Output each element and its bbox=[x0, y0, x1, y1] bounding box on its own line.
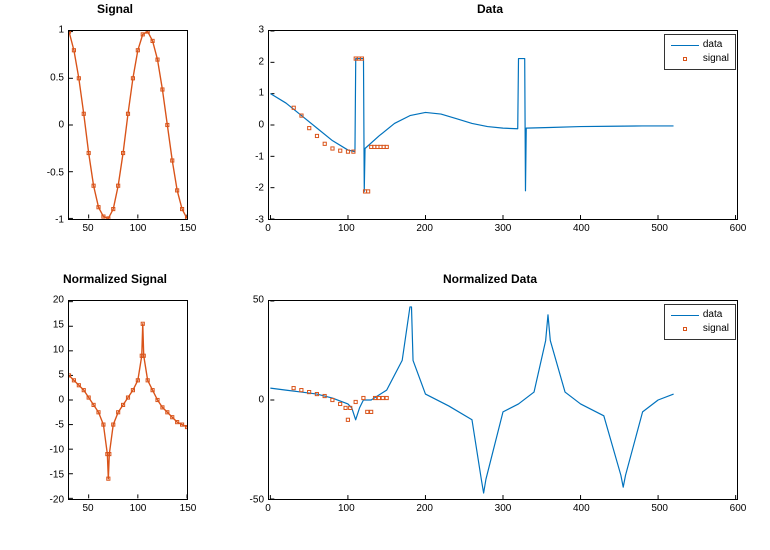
ytick-label: -5 bbox=[55, 420, 64, 431]
ytick-label: 0 bbox=[258, 395, 264, 406]
legend-line-swatch bbox=[671, 310, 699, 320]
ytick-label: 0.5 bbox=[50, 72, 64, 83]
ytick-label: 5 bbox=[58, 370, 64, 381]
xtick-label: 100 bbox=[338, 503, 355, 514]
legend-item: data bbox=[671, 38, 729, 52]
legend-label: signal bbox=[703, 322, 729, 336]
xtick-label: 100 bbox=[338, 223, 355, 234]
ytick-label: 0 bbox=[258, 120, 264, 131]
ytick-label: -10 bbox=[50, 445, 64, 456]
ytick-label: 3 bbox=[258, 25, 264, 36]
axes-signal: Signal 50100150 -1-0.500.51 bbox=[30, 20, 200, 250]
ytick-label: -0.5 bbox=[47, 167, 64, 178]
xtick-label: 500 bbox=[651, 503, 668, 514]
legend-data: datasignal bbox=[664, 34, 736, 70]
xtick-label: 300 bbox=[495, 223, 512, 234]
ytick-label: 10 bbox=[53, 345, 64, 356]
legend-label: data bbox=[703, 308, 722, 322]
xtick-label: 100 bbox=[130, 223, 147, 234]
xtick-label: 50 bbox=[82, 223, 93, 234]
figure: Signal 50100150 -1-0.500.51 Data 0100200… bbox=[0, 0, 770, 550]
legend-label: data bbox=[703, 38, 722, 52]
xtick-label: 0 bbox=[265, 503, 271, 514]
ytick-label: -2 bbox=[255, 183, 264, 194]
axes-norm-signal: Normalized Signal 50100150 -20-15-10-505… bbox=[30, 290, 200, 530]
ytick-label: -3 bbox=[255, 215, 264, 226]
title-norm-signal: Normalized Signal bbox=[30, 272, 200, 286]
xtick-label: 300 bbox=[495, 503, 512, 514]
xtick-label: 400 bbox=[573, 223, 590, 234]
ytick-label: 15 bbox=[53, 320, 64, 331]
legend-norm-data: datasignal bbox=[664, 304, 736, 340]
xtick-label: 200 bbox=[416, 223, 433, 234]
title-signal: Signal bbox=[30, 2, 200, 16]
ytick-label: 1 bbox=[258, 88, 264, 99]
ytick-label: -1 bbox=[255, 151, 264, 162]
xtick-label: 600 bbox=[730, 503, 747, 514]
title-data: Data bbox=[230, 2, 750, 16]
legend-line-swatch bbox=[671, 40, 699, 50]
ytick-label: -15 bbox=[50, 470, 64, 481]
ytick-label: 50 bbox=[253, 295, 264, 306]
ytick-label: -20 bbox=[50, 495, 64, 506]
legend-label: signal bbox=[703, 52, 729, 66]
xtick-label: 200 bbox=[416, 503, 433, 514]
legend-item: data bbox=[671, 308, 729, 322]
axes-data: Data 0100200300400500600 -3-2-10123 data… bbox=[230, 20, 750, 250]
axes-norm-data: Normalized Data 0100200300400500600 -500… bbox=[230, 290, 750, 530]
xtick-label: 100 bbox=[130, 503, 147, 514]
ytick-label: 0 bbox=[58, 395, 64, 406]
ytick-label: -50 bbox=[250, 495, 264, 506]
ytick-label: -1 bbox=[55, 215, 64, 226]
ytick-label: 2 bbox=[258, 56, 264, 67]
xtick-label: 150 bbox=[180, 503, 197, 514]
legend-item: signal bbox=[671, 52, 729, 66]
legend-item: signal bbox=[671, 322, 729, 336]
xtick-label: 500 bbox=[651, 223, 668, 234]
plot-norm-signal bbox=[68, 300, 188, 500]
xtick-label: 0 bbox=[265, 223, 271, 234]
xtick-label: 600 bbox=[730, 223, 747, 234]
ytick-label: 1 bbox=[58, 25, 64, 36]
legend-marker-swatch bbox=[671, 54, 699, 64]
ytick-label: 20 bbox=[53, 295, 64, 306]
title-norm-data: Normalized Data bbox=[230, 272, 750, 286]
xtick-label: 50 bbox=[82, 503, 93, 514]
plot-signal bbox=[68, 30, 188, 220]
xtick-label: 150 bbox=[180, 223, 197, 234]
legend-marker-swatch bbox=[671, 324, 699, 334]
ytick-label: 0 bbox=[58, 120, 64, 131]
xtick-label: 400 bbox=[573, 503, 590, 514]
